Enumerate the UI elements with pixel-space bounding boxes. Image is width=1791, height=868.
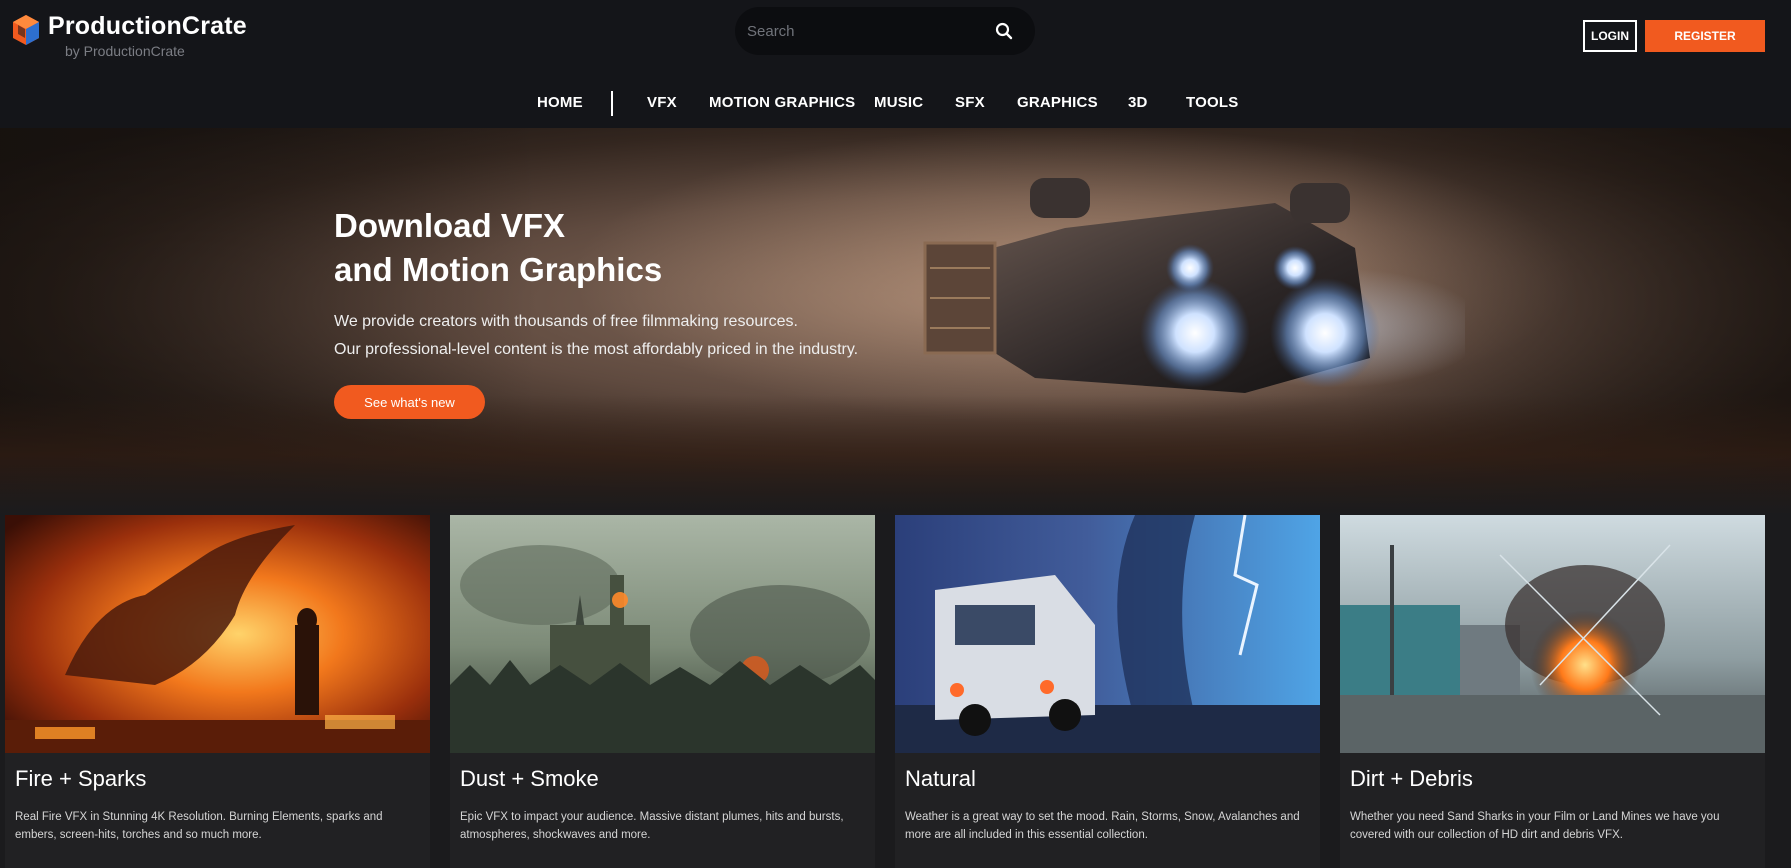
- category-cards: Fire + Sparks Real Fire VFX in Stunning …: [0, 515, 1791, 868]
- main-nav: HOME VFX MOTION GRAPHICS MUSIC SFX GRAPH…: [0, 88, 1791, 120]
- nav-motion-graphics[interactable]: MOTION GRAPHICS: [709, 94, 855, 111]
- nav-sfx[interactable]: SFX: [955, 94, 985, 111]
- search-icon[interactable]: [995, 22, 1013, 40]
- brand-subtitle: by ProductionCrate: [65, 43, 185, 59]
- card-dirt-debris[interactable]: Dirt + Debris Whether you need Sand Shar…: [1340, 515, 1765, 868]
- hero-ground: [0, 395, 1791, 515]
- card-description: Weather is a great way to set the mood. …: [905, 811, 1300, 841]
- crate-logo-icon: [13, 15, 39, 45]
- nav-divider: [611, 91, 613, 116]
- hero-banner: Download VFX and Motion Graphics We prov…: [0, 128, 1791, 515]
- fire-sparks-image: [5, 515, 430, 753]
- dust-smoke-image: [450, 515, 875, 753]
- card-description: Epic VFX to impact your audience. Massiv…: [460, 811, 844, 841]
- nav-tools[interactable]: TOOLS: [1186, 94, 1238, 111]
- hero-description: We provide creators with thousands of fr…: [334, 308, 934, 364]
- nav-graphics[interactable]: GRAPHICS: [1017, 94, 1098, 111]
- spaceship-image: [923, 178, 1465, 393]
- logo[interactable]: ProductionCrate by ProductionCrate: [12, 12, 247, 58]
- card-title: Fire + Sparks: [15, 766, 147, 791]
- see-whats-new-button[interactable]: See what's new: [334, 385, 485, 419]
- card-description: Whether you need Sand Sharks in your Fil…: [1350, 811, 1720, 841]
- dirt-debris-image: [1340, 515, 1765, 753]
- site-header: ProductionCrate by ProductionCrate LOGIN…: [0, 0, 1791, 128]
- hero-desc-line-1: We provide creators with thousands of fr…: [334, 313, 798, 330]
- card-title: Dust + Smoke: [460, 766, 599, 791]
- nav-3d[interactable]: 3D: [1128, 94, 1148, 111]
- card-fire-sparks[interactable]: Fire + Sparks Real Fire VFX in Stunning …: [5, 515, 430, 868]
- brand-name: ProductionCrate: [48, 12, 247, 40]
- card-description: Real Fire VFX in Stunning 4K Resolution.…: [15, 811, 383, 841]
- natural-image: [895, 515, 1320, 753]
- hero-title-line-2: and Motion Graphics: [334, 251, 663, 288]
- card-title: Dirt + Debris: [1350, 766, 1473, 791]
- card-dust-smoke[interactable]: Dust + Smoke Epic VFX to impact your aud…: [450, 515, 875, 868]
- register-button[interactable]: REGISTER: [1645, 20, 1765, 52]
- login-button[interactable]: LOGIN: [1583, 20, 1637, 52]
- nav-music[interactable]: MUSIC: [874, 94, 923, 111]
- hero-title-line-1: Download VFX: [334, 207, 565, 244]
- card-natural[interactable]: Natural Weather is a great way to set th…: [895, 515, 1320, 868]
- hero-title: Download VFX and Motion Graphics: [334, 204, 834, 292]
- search-input[interactable]: [747, 22, 977, 40]
- card-title: Natural: [905, 766, 976, 791]
- nav-vfx[interactable]: VFX: [647, 94, 677, 111]
- hero-desc-line-2: Our professional-level content is the mo…: [334, 341, 859, 358]
- search-bar: [735, 7, 1035, 55]
- nav-home[interactable]: HOME: [537, 94, 583, 111]
